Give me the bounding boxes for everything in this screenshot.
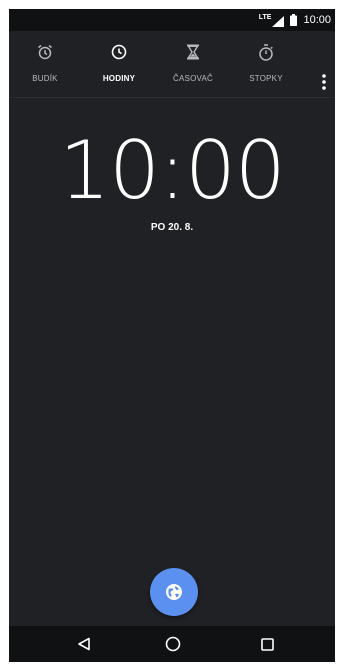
- navigation-bar: [9, 626, 335, 662]
- tab-stopwatch-label: STOPKY: [249, 74, 283, 83]
- back-button[interactable]: [64, 626, 104, 662]
- home-button[interactable]: [153, 626, 193, 662]
- hourglass-icon: [186, 43, 200, 61]
- network-type: LTE: [258, 13, 272, 21]
- tab-bar: BUDÍK HODINY ČASOVAČ STOPKY: [9, 31, 335, 98]
- battery-icon: [290, 14, 298, 26]
- tab-timer-label: ČASOVAČ: [173, 74, 213, 83]
- phone-screen: LTE 10:00 BUDÍK HODINY ČASOVAČ STOPKY 10…: [9, 9, 335, 662]
- clock-date: PO 20. 8.: [150, 222, 194, 233]
- stopwatch-icon: [258, 43, 274, 61]
- tab-stopwatch[interactable]: STOPKY: [236, 31, 296, 97]
- tab-timer[interactable]: ČASOVAČ: [163, 31, 223, 97]
- tab-alarm[interactable]: BUDÍK: [15, 31, 75, 97]
- clock-time: 10:00: [59, 124, 286, 217]
- signal-icon: [272, 15, 285, 27]
- tab-clock[interactable]: HODINY: [89, 31, 149, 97]
- status-icons: LTE 10:00: [259, 12, 331, 28]
- recents-icon: [260, 637, 274, 651]
- more-options-button[interactable]: [317, 71, 331, 93]
- back-icon: [78, 637, 90, 651]
- tab-clock-label: HODINY: [102, 74, 136, 83]
- globe-icon: [166, 584, 182, 600]
- tab-alarm-label: BUDÍK: [32, 74, 58, 83]
- clock-icon: [111, 43, 127, 61]
- alarm-icon: [37, 43, 53, 61]
- recents-button[interactable]: [247, 626, 287, 662]
- status-bar: LTE 10:00: [9, 9, 335, 31]
- status-time: 10:00: [303, 14, 331, 26]
- add-city-button[interactable]: [150, 568, 198, 616]
- home-icon: [165, 636, 181, 652]
- network-indicator: LTE: [259, 14, 285, 27]
- more-vert-icon: [322, 74, 326, 90]
